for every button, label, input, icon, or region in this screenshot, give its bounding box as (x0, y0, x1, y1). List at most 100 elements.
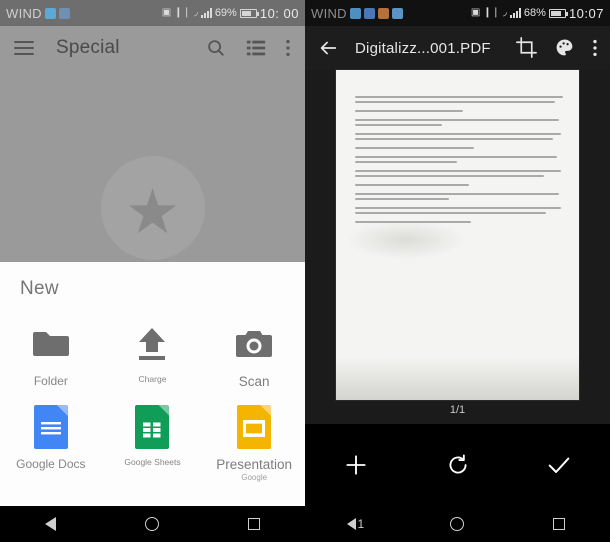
back-arrow-icon[interactable] (317, 37, 339, 59)
battery-icon (548, 8, 568, 18)
notification-icon (377, 7, 389, 19)
document-paragraph (355, 119, 563, 126)
document-preview-stage (305, 70, 610, 400)
confirm-check-icon[interactable] (508, 451, 610, 479)
left-status-bar: WIND ▣ ❙❘ ◞ 69% 10: 00 (0, 0, 305, 26)
notification-icon (44, 7, 56, 19)
upload-icon (132, 322, 172, 366)
left-phone-screen: WIND ▣ ❙❘ ◞ 69% 10: 00 Special ★ New Fol… (0, 0, 305, 542)
new-item-presentation[interactable]: Presentation Google (203, 399, 305, 488)
new-item-google-docs[interactable]: Google Docs (0, 399, 102, 488)
new-items-grid: Folder Charge Scan Google Docs Google Sh… (0, 316, 305, 488)
carrier-label: WIND (311, 5, 347, 21)
new-item-label: Google Sheets (124, 457, 181, 467)
document-text-line (355, 207, 561, 209)
nav-home-icon[interactable] (439, 517, 475, 531)
rotate-icon[interactable] (407, 452, 509, 478)
left-navigation-bar (0, 506, 305, 542)
google-slides-icon (237, 405, 272, 449)
star-icon: ★ (124, 178, 181, 247)
overflow-menu-icon[interactable] (285, 37, 291, 59)
document-text-lines (355, 96, 563, 230)
search-icon[interactable] (205, 37, 227, 59)
new-item-label: Charge (138, 374, 167, 384)
new-item-label: Folder (33, 374, 68, 388)
sim-icon: ▣ (470, 7, 481, 18)
right-status-bar: WIND ▣ ❙❘ ◞ 68% 10:07 (305, 0, 610, 26)
document-text-line (355, 170, 561, 172)
document-text-line (355, 175, 545, 177)
document-paragraph (355, 184, 563, 186)
page-title: Special (56, 37, 120, 58)
page-indicator: 1/1 (449, 404, 466, 416)
scan-shadow (336, 356, 579, 400)
nav-back-icon[interactable] (33, 517, 69, 531)
google-sheets-icon (135, 405, 170, 449)
document-paragraph (355, 133, 563, 140)
document-paragraph (355, 193, 563, 200)
document-text-line (355, 101, 555, 103)
document-text-line (355, 119, 559, 121)
new-item-label: Presentation (216, 457, 293, 472)
document-text-line (355, 161, 457, 163)
screenshot-root: WIND ▣ ❙❘ ◞ 69% 10: 00 Special ★ New Fol… (0, 0, 610, 542)
document-text-line (355, 124, 443, 126)
new-item-sublabel: Google (241, 473, 268, 482)
list-view-icon[interactable] (245, 37, 267, 59)
battery-percent-label: 68% (523, 7, 546, 19)
clock-label: 10:07 (568, 5, 604, 21)
notification-icon (349, 7, 361, 19)
status-app-icons (44, 7, 70, 19)
document-paragraph (355, 147, 563, 149)
carrier-label: WIND (6, 5, 42, 21)
notification-icon (363, 7, 375, 19)
document-paragraph (355, 96, 563, 103)
notification-icon (58, 7, 70, 19)
nav-recents-icon[interactable] (541, 518, 577, 530)
wifi-icon: ◞ (503, 7, 507, 18)
document-text-line (355, 147, 474, 149)
scanned-page-preview[interactable] (336, 70, 579, 400)
new-item-scan[interactable]: Scan (203, 316, 305, 395)
add-page-icon[interactable] (305, 452, 407, 478)
new-item-google-sheets[interactable]: Google Sheets (102, 399, 204, 488)
right-appbar-actions (516, 37, 598, 59)
new-item-upload[interactable]: Charge (102, 316, 204, 395)
document-paragraph (355, 110, 563, 112)
new-bottom-sheet: New Folder Charge Scan Google Docs Googl… (0, 262, 305, 506)
right-app-bar: Digitalizz...001.PDF (305, 26, 610, 70)
hamburger-menu-icon[interactable] (14, 41, 34, 55)
new-item-folder[interactable]: Folder (0, 316, 102, 395)
left-appbar-actions (205, 37, 291, 59)
battery-icon (239, 8, 259, 18)
document-text-line (355, 96, 563, 98)
document-text-line (355, 212, 547, 214)
new-item-label: Scan (238, 374, 270, 389)
editor-toolbar (305, 424, 610, 506)
document-paragraph (355, 170, 563, 177)
nav-recents-icon[interactable] (236, 518, 272, 530)
folder-icon (31, 322, 71, 366)
document-paragraph (355, 207, 563, 214)
google-docs-icon (33, 405, 68, 449)
signal-icon (509, 8, 521, 18)
vibrate-icon: ❙❘ (174, 7, 191, 18)
nav-home-icon[interactable] (134, 517, 170, 531)
color-palette-icon[interactable] (554, 37, 576, 59)
document-text-line (355, 193, 559, 195)
document-text-line (355, 110, 464, 112)
status-app-icons (349, 7, 403, 19)
camera-icon (234, 322, 274, 366)
document-text-line (355, 133, 561, 135)
signal-icon (200, 8, 212, 18)
document-text-line (355, 184, 470, 186)
crop-icon[interactable] (516, 37, 538, 59)
scan-artifact (346, 220, 466, 260)
nav-back-icon[interactable]: 1 (338, 517, 374, 531)
sheet-title: New (20, 278, 59, 299)
left-app-bar: Special (0, 26, 305, 70)
overflow-menu-icon[interactable] (592, 37, 598, 59)
document-paragraph (355, 156, 563, 163)
sim-icon: ▣ (161, 7, 172, 18)
new-item-label: Google Docs (16, 457, 86, 471)
